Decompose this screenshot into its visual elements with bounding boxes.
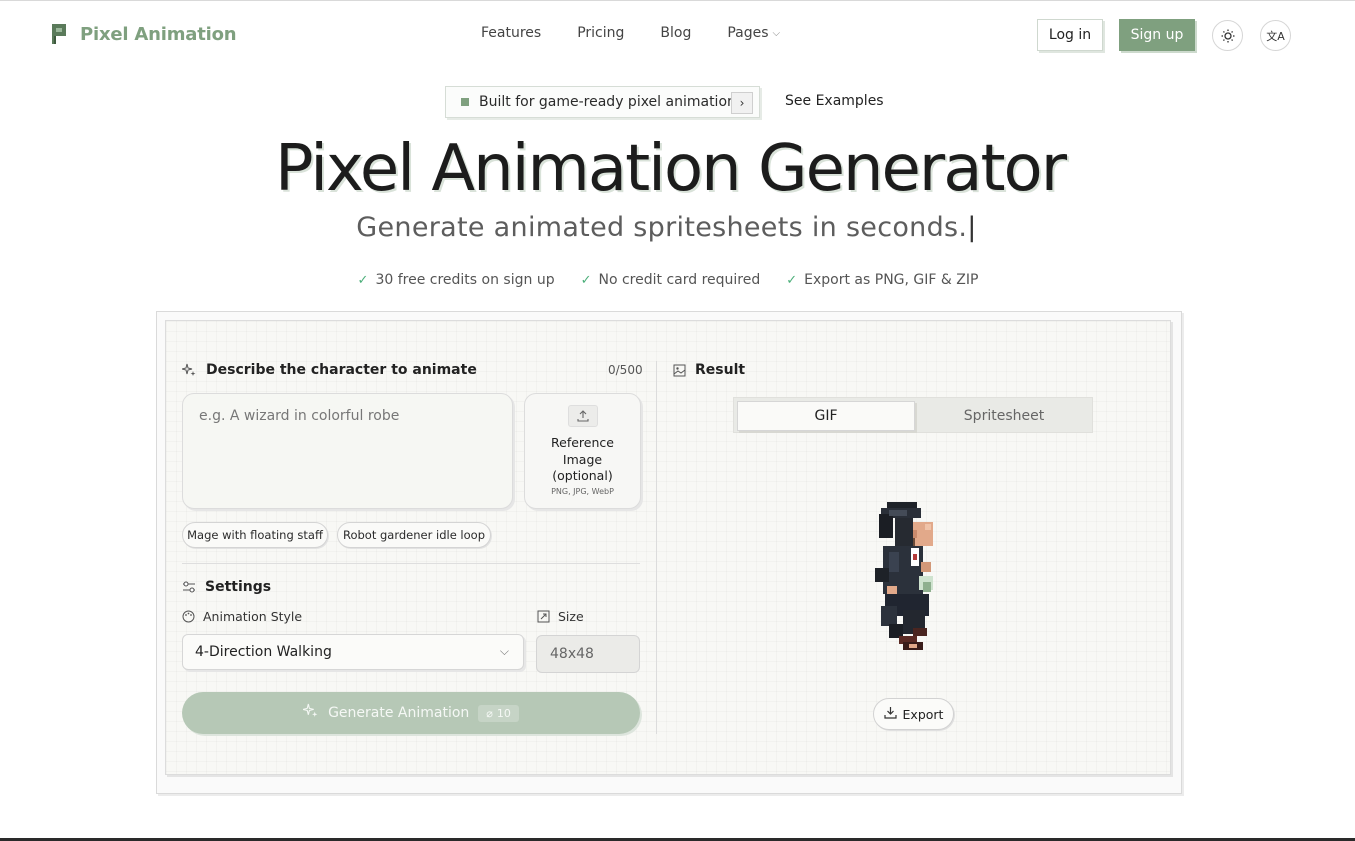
resize-icon [537,610,550,623]
export-button[interactable]: Export [873,698,954,730]
size-value: 48x48 [550,646,594,662]
character-prompt-textarea[interactable]: e.g. A wizard in colorful robe [182,393,513,509]
typing-caret: | [967,212,977,243]
palette-icon [182,610,195,623]
describe-header: Describe the character to animate [182,362,477,378]
check-icon: ✓ [580,272,592,288]
generate-label: Generate Animation [328,705,470,721]
settings-label: Settings [205,579,272,595]
suggestion-chip[interactable]: Mage with floating staff [182,522,328,548]
nav-pricing[interactable]: Pricing [577,25,624,41]
upload-icon [567,405,598,427]
brand-name: Pixel Animation [80,23,237,45]
theme-toggle-button[interactable] [1212,20,1243,51]
benefit-item: ✓ 30 free credits on sign up [358,272,555,288]
benefits-list: ✓ 30 free credits on sign up ✓ No credit c… [0,272,1336,288]
prompt-placeholder: e.g. A wizard in colorful robe [199,408,400,424]
top-navigation: Pixel Animation Features Pricing Blog Pa… [0,0,1355,70]
nav-links: Features Pricing Blog Pages ⌵ [481,25,780,41]
result-tabs: GIF Spritesheet [733,397,1093,433]
benefit-item: ✓ No credit card required [581,272,761,288]
result-header: Result [673,362,745,378]
check-icon: ✓ [357,272,369,288]
nav-features[interactable]: Features [481,25,541,41]
size-input[interactable]: 48x48 [536,635,640,673]
coin-icon: ⌀ [486,706,493,720]
chevron-down-icon: ⌵ [499,644,509,658]
brand-logo[interactable]: Pixel Animation [50,22,237,46]
pixel-p-logo-icon [52,24,66,44]
nav-pages-label: Pages [727,25,769,41]
suggestion-chip[interactable]: Robot gardener idle loop [337,522,491,548]
export-label: Export [902,706,944,722]
result-label: Result [695,362,746,378]
form-divider [182,563,640,564]
sun-icon [1221,29,1234,42]
download-icon [883,706,897,722]
describe-label: Describe the character to animate [206,362,477,378]
size-field-label: Size [537,609,584,624]
benefit-text: No credit card required [598,272,761,288]
sparkle-icon [302,703,319,723]
image-icon [673,364,686,377]
tab-spritesheet[interactable]: Spritesheet [916,401,1092,431]
pixel-character-preview [875,502,933,650]
animation-style-value: 4-Direction Walking [195,644,332,660]
chevron-right-icon: › [731,92,753,114]
translate-icon: 文A [1266,29,1285,43]
language-button[interactable]: 文A [1260,20,1291,51]
credit-cost-badge: ⌀ 10 [478,704,519,722]
reference-formats: PNG, JPG, WebP [551,486,614,496]
reference-label: Reference Image (optional) [551,435,614,483]
style-label: Animation Style [203,609,303,624]
check-icon: ✓ [786,272,798,288]
size-label: Size [558,609,584,624]
pill-dot-icon [461,98,469,106]
login-button[interactable]: Log in [1037,19,1103,51]
tab-gif[interactable]: GIF [737,401,915,431]
generate-animation-button[interactable]: Generate Animation ⌀ 10 [182,692,640,734]
nav-blog[interactable]: Blog [660,25,691,41]
chevron-down-icon: ⌵ [772,27,781,39]
page-subtitle: Generate animated spritesheets in second… [0,212,1333,243]
announcement-pill[interactable]: Built for game-ready pixel animation › [445,86,760,118]
sparkle-icon [182,363,197,378]
benefit-text: 30 free credits on sign up [375,272,555,288]
animation-style-select[interactable]: 4-Direction Walking ⌵ [182,634,524,670]
reference-image-upload[interactable]: Reference Image (optional) PNG, JPG, Web… [524,393,641,509]
pill-text: Built for game-ready pixel animation [479,94,736,110]
settings-header: Settings [182,579,271,595]
benefit-item: ✓ Export as PNG, GIF & ZIP [786,272,978,288]
char-counter: 0/500 [608,363,643,377]
see-examples-link[interactable]: See Examples [785,93,884,109]
page-title: Pixel Animation Generator [275,132,1067,206]
subtitle-text: Generate animated spritesheets in second… [356,212,968,243]
style-field-label: Animation Style [182,609,302,624]
card-vertical-divider [656,361,657,734]
sliders-icon [182,581,196,593]
signup-button[interactable]: Sign up [1119,19,1195,51]
credit-cost: 10 [496,706,511,720]
nav-pages[interactable]: Pages ⌵ [727,25,780,41]
benefit-text: Export as PNG, GIF & ZIP [804,272,979,288]
